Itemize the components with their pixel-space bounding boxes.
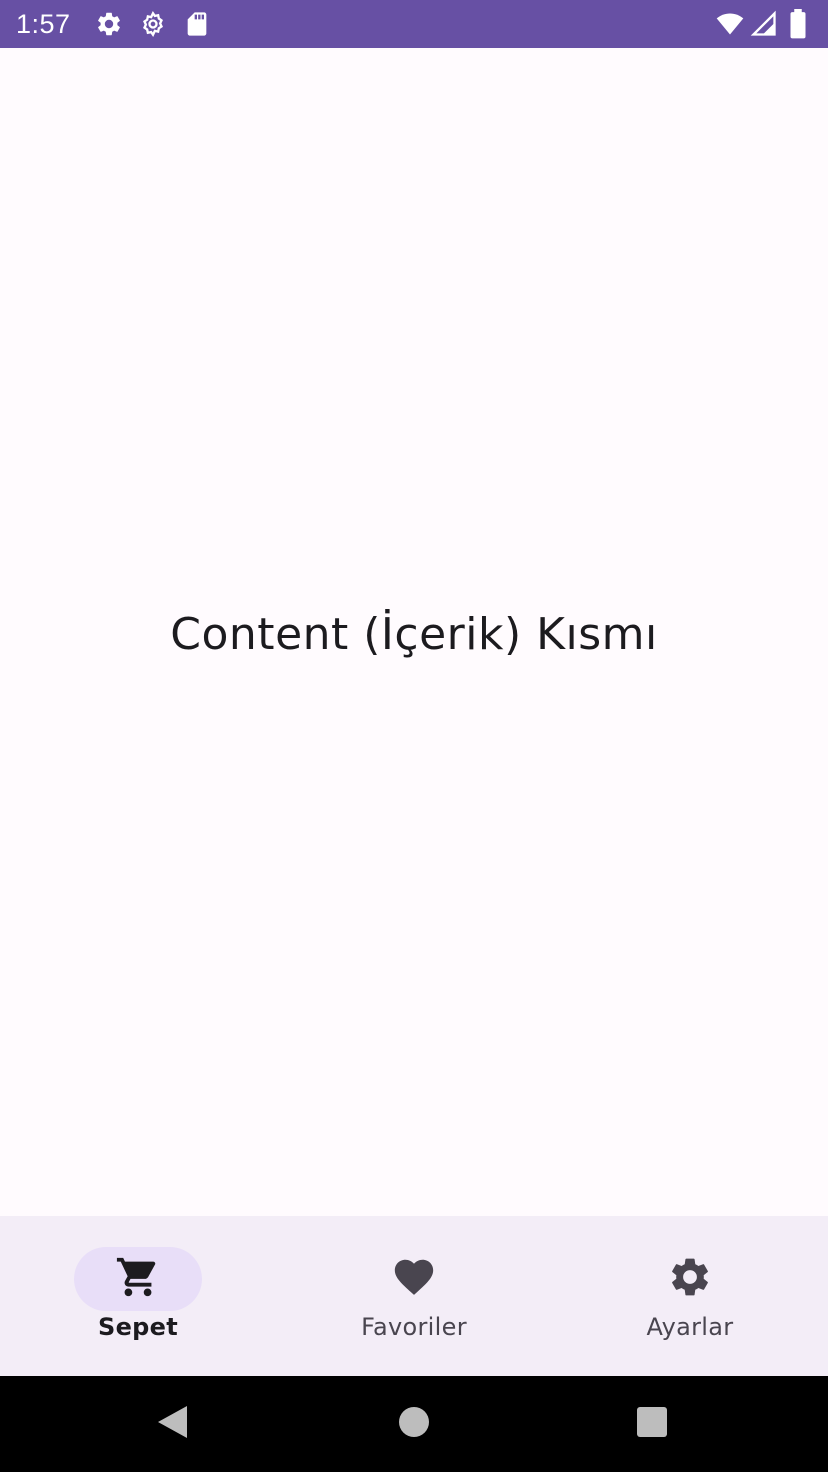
- back-icon: [155, 1404, 189, 1444]
- nav-label-sepet: Sepet: [98, 1313, 178, 1341]
- wifi-icon: [716, 10, 744, 38]
- sd-card-icon: [183, 10, 211, 38]
- bottom-navigation: Sepet Favoriler Ayarlar: [0, 1216, 828, 1376]
- cart-icon: [115, 1254, 161, 1304]
- gear-icon: [95, 10, 123, 38]
- recents-button[interactable]: [628, 1400, 676, 1448]
- home-button[interactable]: [390, 1400, 438, 1448]
- settings-icon: [139, 10, 167, 38]
- cell-signal-icon: [750, 10, 778, 38]
- nav-item-sepet[interactable]: Sepet: [0, 1216, 276, 1376]
- status-bar: 1:57: [0, 0, 828, 48]
- nav-item-ayarlar[interactable]: Ayarlar: [552, 1216, 828, 1376]
- nav-label-ayarlar: Ayarlar: [646, 1313, 734, 1341]
- recents-icon: [636, 1406, 668, 1442]
- heart-icon: [391, 1254, 437, 1304]
- back-button[interactable]: [148, 1400, 196, 1448]
- nav-active-indicator: [74, 1247, 202, 1311]
- status-time: 1:57: [16, 8, 71, 39]
- battery-icon: [784, 9, 812, 39]
- content-area: Content (İçerik) Kısmı: [0, 48, 828, 1216]
- gear-icon: [667, 1254, 713, 1304]
- status-right-group: [716, 9, 812, 39]
- content-title: Content (İçerik) Kısmı: [170, 608, 658, 660]
- nav-item-favoriler[interactable]: Favoriler: [276, 1216, 552, 1376]
- nav-indicator: [626, 1247, 754, 1311]
- app-screen: 1:57 Content (İçerik) Kısmı Sepet Favori…: [0, 0, 828, 1472]
- system-navigation-bar: [0, 1376, 828, 1472]
- home-icon: [398, 1406, 430, 1442]
- nav-label-favoriler: Favoriler: [361, 1313, 467, 1341]
- nav-indicator: [350, 1247, 478, 1311]
